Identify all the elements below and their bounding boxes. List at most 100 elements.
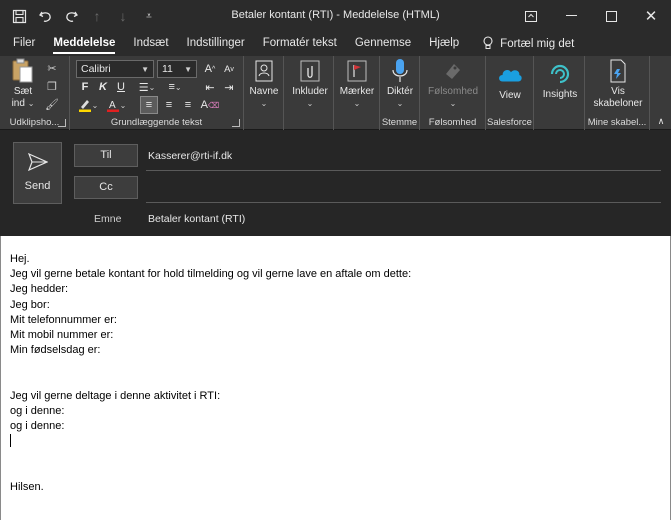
ribbon-display-icon[interactable]: [511, 0, 551, 32]
message-body[interactable]: Hej. Jeg vil gerne betale kontant for hol…: [0, 236, 671, 520]
clipboard-dialog-launcher[interactable]: [58, 119, 66, 127]
insights-label: Insights: [542, 89, 578, 100]
maximize-icon[interactable]: [591, 0, 631, 32]
microphone-icon: [387, 58, 413, 84]
cc-button[interactable]: Cc: [74, 176, 138, 199]
tell-me-label: Fortæl mig det: [500, 38, 575, 50]
include-label: Inkluder: [292, 86, 328, 97]
font-name-value: Calibri: [81, 63, 111, 75]
undo-icon[interactable]: [34, 5, 56, 27]
basic-text-dialog-launcher[interactable]: [232, 119, 240, 127]
chevron-down-icon: ⌄: [353, 99, 361, 108]
group-templates: Vis skabeloner Mine skabel...: [584, 56, 650, 130]
send-label: Send: [24, 180, 51, 192]
paperclip-icon: [297, 58, 323, 84]
chevron-down-icon: ⌄: [306, 99, 314, 108]
bold-button[interactable]: F: [76, 78, 94, 96]
to-field[interactable]: Kasserer@rti-if.dk: [148, 150, 232, 162]
body-line: Jeg bor:: [10, 298, 50, 311]
view-label: View: [499, 90, 521, 101]
tab-format-text[interactable]: Formatér tekst: [254, 32, 346, 56]
align-right-icon[interactable]: ≡: [179, 96, 197, 114]
group-tags: Mærker ⌄: [334, 56, 380, 130]
tab-options[interactable]: Indstillinger: [178, 32, 254, 56]
chevron-down-icon: ⌄: [396, 99, 404, 108]
text-cursor-line: [10, 434, 670, 449]
chevron-down-icon: ▼: [184, 64, 192, 74]
tab-message[interactable]: Meddelelse: [44, 32, 124, 56]
tab-file[interactable]: Filer: [0, 32, 44, 56]
numbering-icon[interactable]: ≡ ⌄: [162, 78, 188, 96]
increase-indent-icon[interactable]: ⇥: [220, 78, 238, 96]
tab-insert[interactable]: Indsæt: [124, 32, 177, 56]
templates-icon: [605, 58, 631, 84]
body-line: og i denne:: [10, 420, 65, 433]
sensitivity-icon: [440, 58, 466, 84]
body-line: Mit mobil nummer er:: [10, 328, 114, 341]
ribbon-tabs: Filer Meddelelse Indsæt Indstillinger Fo…: [0, 32, 671, 56]
basic-text-group-label: Grundlæggende tekst: [110, 117, 203, 128]
clear-formatting-icon[interactable]: A ⌫: [201, 96, 220, 114]
italic-button[interactable]: K: [94, 78, 112, 96]
sensitivity-button[interactable]: Følsomhed ⌄: [424, 58, 482, 110]
ribbon: Sæt ind ⌄ ✂ ❐ 🖌 Udklipsho... Calibri ▼ 11…: [0, 56, 671, 130]
window-controls: ✕: [511, 0, 671, 32]
save-icon[interactable]: [8, 5, 30, 27]
body-line: og i denne:: [10, 404, 65, 417]
body-line: Hilsen.: [10, 480, 44, 493]
align-center-icon[interactable]: ≡: [160, 96, 178, 114]
body-line: Mit telefonnummer er:: [10, 313, 117, 326]
tab-review[interactable]: Gennemse: [346, 32, 420, 56]
insights-button[interactable]: Insights: [538, 58, 582, 101]
body-line: [10, 358, 670, 373]
address-book-icon: [251, 58, 277, 84]
collapse-ribbon-icon[interactable]: ∧: [652, 112, 670, 130]
lightbulb-icon: [482, 35, 494, 53]
minimize-icon[interactable]: [551, 0, 591, 32]
customize-toolbar-icon[interactable]: ⩡: [138, 5, 160, 27]
tab-help[interactable]: Hjælp: [420, 32, 468, 56]
body-line: Min fødselsdag er:: [10, 344, 101, 357]
cut-icon[interactable]: ✂: [44, 60, 60, 76]
group-basic-text: Calibri ▼ 11 ▼ A ^ Av F K U ☰ ⌄ ≡ ⌄ ⇤ ⇥ ⌄ A ⌄ …: [70, 56, 244, 130]
decrease-indent-icon[interactable]: ⇤: [201, 78, 219, 96]
templates-group-label: Mine skabel...: [587, 117, 647, 128]
shrink-font-icon[interactable]: Av: [220, 60, 238, 78]
font-name-combo[interactable]: Calibri ▼: [76, 60, 154, 78]
view-templates-button[interactable]: Vis skabeloner: [587, 58, 649, 110]
salesforce-view-button[interactable]: View: [490, 58, 530, 102]
body-line: Jeg hedder:: [10, 283, 69, 296]
highlight-icon[interactable]: ⌄: [76, 96, 100, 114]
chevron-down-icon: ▼: [141, 64, 149, 74]
grow-font-icon[interactable]: A ^: [201, 60, 219, 78]
sensitivity-label: Følsomhed: [427, 86, 478, 97]
message-header: Send Til Kasserer@rti-if.dk Cc Emne Beta…: [0, 130, 671, 236]
dictate-button[interactable]: Diktér ⌄: [382, 58, 418, 110]
align-left-icon[interactable]: ≡: [140, 96, 158, 114]
tell-me-box[interactable]: Fortæl mig det: [468, 35, 575, 53]
arrow-up-icon[interactable]: ↑: [86, 5, 108, 27]
names-button[interactable]: Navne ⌄: [246, 58, 282, 110]
templates-label-2: skabeloner: [593, 98, 643, 109]
redo-icon[interactable]: [60, 5, 82, 27]
to-button[interactable]: Til: [74, 144, 138, 167]
underline-button[interactable]: U: [112, 78, 130, 96]
paste-button[interactable]: Sæt ind ⌄: [6, 58, 40, 110]
bullets-icon[interactable]: ☰ ⌄: [134, 78, 160, 96]
tags-label: Mærker: [339, 86, 375, 97]
group-voice: Diktér ⌄ Stemme: [380, 56, 420, 130]
close-icon[interactable]: ✕: [631, 0, 671, 32]
salesforce-group-label: Salesforce: [487, 117, 532, 128]
arrow-down-icon[interactable]: ↓: [112, 5, 134, 27]
send-button[interactable]: Send: [13, 142, 62, 204]
tags-button[interactable]: Mærker ⌄: [336, 58, 378, 110]
subject-field[interactable]: Betaler kontant (RTI): [148, 213, 245, 225]
font-size-value: 11: [162, 63, 173, 75]
format-painter-icon[interactable]: 🖌: [44, 96, 60, 112]
font-size-combo[interactable]: 11 ▼: [157, 60, 197, 78]
include-button[interactable]: Inkluder ⌄: [288, 58, 332, 110]
body-line: [10, 374, 670, 389]
font-color-icon[interactable]: A ⌄: [104, 96, 128, 114]
copy-icon[interactable]: ❐: [44, 78, 60, 94]
body-line: [10, 465, 670, 480]
